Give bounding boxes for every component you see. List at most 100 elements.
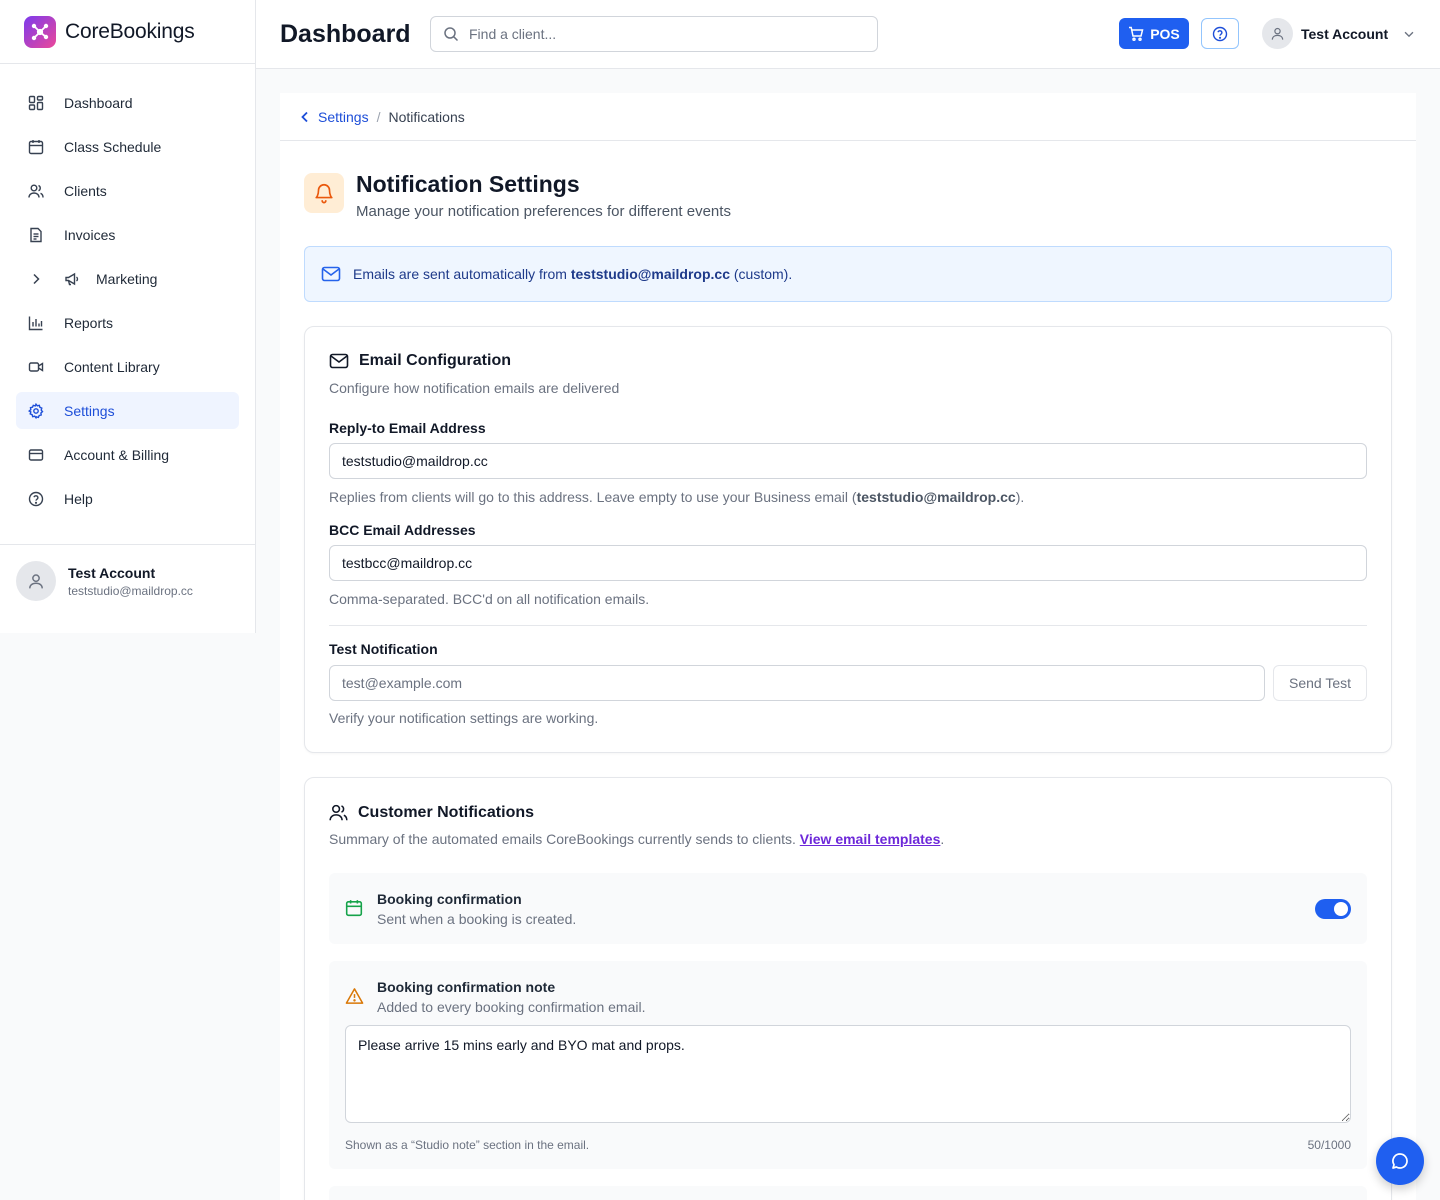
header-title: Dashboard (280, 20, 411, 48)
test-email-input[interactable] (329, 665, 1265, 701)
sidebar-item-label: Clients (64, 182, 107, 199)
header-user-name: Test Account (1301, 25, 1389, 42)
breadcrumb-separator: / (376, 108, 381, 125)
banner-suffix: (custom). (729, 266, 793, 282)
breadcrumb-back-link[interactable]: Settings (300, 109, 369, 125)
sidebar-user[interactable]: Test Account teststudio@maildrop.cc (0, 544, 255, 617)
confirmation-note-help: Shown as a “Studio note” section in the … (345, 1138, 590, 1152)
reply-to-email-field[interactable] (329, 443, 1367, 479)
sidebar-item-class-schedule[interactable]: Class Schedule (16, 128, 239, 165)
mail-icon (329, 353, 349, 369)
avatar (16, 561, 56, 601)
booking-confirmation-title: Booking confirmation (377, 891, 522, 907)
pos-label: POS (1150, 25, 1180, 42)
sidebar-item-label: Account & Billing (64, 446, 170, 463)
email-config-title: Email Configuration (359, 352, 511, 369)
reply-to-help-suffix: ). (1015, 489, 1025, 505)
header-user-menu[interactable]: Test Account (1262, 18, 1416, 49)
reply-to-help-email: teststudio@maildrop.cc (856, 489, 1016, 505)
banner-prefix: Emails are sent automatically from (353, 266, 571, 282)
confirmation-note-subtitle: Added to every booking confirmation emai… (377, 999, 646, 1015)
booking-confirmation-toggle[interactable] (1315, 899, 1351, 919)
page-title: Notification Settings (356, 171, 580, 197)
customer-notifications-card: Customer Notifications Summary of the au… (304, 777, 1392, 1200)
booking-confirmation-note-row: Booking confirmation note Added to every… (329, 961, 1367, 1169)
test-notification-label: Test Notification (329, 641, 438, 657)
help-button[interactable] (1201, 18, 1239, 49)
breadcrumb: Settings / Notifications (280, 93, 1416, 141)
sidebar-item-marketing[interactable]: Marketing (16, 260, 239, 297)
sidebar-user-email: teststudio@maildrop.cc (68, 583, 193, 598)
send-test-button[interactable]: Send Test (1273, 665, 1367, 701)
top-header: Dashboard POS Test Account (256, 0, 1440, 69)
invoice-icon (30, 227, 42, 242)
sender-info-banner: Emails are sent automatically from tests… (304, 246, 1392, 302)
chat-button[interactable] (1376, 1137, 1424, 1185)
customer-notifications-title: Customer Notifications (358, 803, 535, 821)
sidebar-item-content-library[interactable]: Content Library (16, 348, 239, 385)
sidebar-item-clients[interactable]: Clients (16, 172, 239, 209)
dashboard-icon (28, 95, 44, 110)
test-notification-help: Verify your notification settings are wo… (329, 710, 599, 726)
breadcrumb-current: Notifications (388, 108, 465, 125)
mail-icon (321, 266, 341, 282)
calendar-icon (345, 900, 363, 917)
brand[interactable]: CoreBookings (0, 0, 255, 64)
next-notification-row (329, 1186, 1367, 1200)
pos-button[interactable]: POS (1119, 18, 1189, 49)
brand-name: CoreBookings (65, 19, 195, 43)
link-suffix: . (940, 831, 945, 847)
chevron-left-icon (301, 111, 308, 122)
reply-to-help-prefix: Replies from clients will go to this add… (329, 489, 857, 505)
main-content: Notification Settings Manage your notifi… (280, 141, 1416, 1200)
cart-icon (1129, 26, 1144, 41)
search-input[interactable] (469, 26, 849, 42)
sidebar-item-reports[interactable]: Reports (16, 304, 239, 341)
bar-chart-icon (28, 316, 43, 330)
email-config-description: Configure how notification emails are de… (329, 380, 620, 396)
sidebar-item-settings[interactable]: Settings (16, 392, 239, 429)
banner-text: Emails are sent automatically from tests… (353, 266, 792, 282)
bcc-help: Comma-separated. BCC'd on all notificati… (329, 591, 650, 607)
customer-notifications-description: Summary of the automated emails CoreBook… (329, 831, 944, 847)
sidebar-item-invoices[interactable]: Invoices (16, 216, 239, 253)
corebookings-logo (24, 15, 56, 48)
confirmation-note-textarea[interactable]: Please arrive 15 mins early and BYO mat … (345, 1025, 1351, 1123)
sidebar-item-label: Content Library (64, 358, 160, 375)
view-email-templates-link[interactable]: View email templates (800, 831, 941, 847)
sidebar-item-account-billing[interactable]: Account & Billing (16, 436, 239, 473)
confirmation-note-char-count: 50/1000 (1307, 1138, 1351, 1152)
search-icon (444, 27, 459, 42)
sidebar-item-help[interactable]: Help (16, 480, 239, 517)
customer-notifications-description-text: Summary of the automated emails CoreBook… (329, 831, 800, 847)
breadcrumb-parent: Settings (318, 108, 369, 125)
sidebar-item-label: Dashboard (64, 94, 133, 111)
credit-card-icon (28, 448, 44, 461)
chevron-down-icon (1404, 31, 1414, 37)
bell-icon (315, 184, 333, 204)
card-title: Email Configuration (329, 352, 511, 370)
reply-to-label: Reply-to Email Address (329, 420, 486, 436)
divider (329, 625, 1367, 626)
chat-icon (1392, 1153, 1408, 1169)
sidebar-item-label: Class Schedule (64, 138, 162, 155)
help-circle-icon (1212, 26, 1228, 41)
sidebar-item-dashboard[interactable]: Dashboard (16, 84, 239, 121)
email-configuration-card: Email Configuration Configure how notifi… (304, 326, 1392, 753)
bcc-email-field[interactable] (329, 545, 1367, 581)
page-header: Notification Settings Manage your notifi… (304, 171, 731, 220)
user-icon (29, 574, 43, 589)
sidebar-nav: Dashboard Class Schedule Clients Invoice… (0, 64, 255, 544)
sidebar: CoreBookings Dashboard Class Schedule Cl… (0, 0, 256, 633)
warning-icon (345, 988, 364, 1004)
calendar-icon (28, 139, 44, 154)
user-icon (1271, 27, 1284, 40)
confirmation-note-title: Booking confirmation note (377, 979, 556, 995)
users-icon (28, 184, 44, 198)
bell-icon-box (304, 173, 344, 213)
chevron-right-icon[interactable] (28, 271, 44, 287)
sidebar-item-label: Settings (64, 402, 115, 419)
search-box[interactable] (430, 16, 878, 52)
video-icon (28, 361, 44, 372)
users-icon (329, 804, 348, 821)
